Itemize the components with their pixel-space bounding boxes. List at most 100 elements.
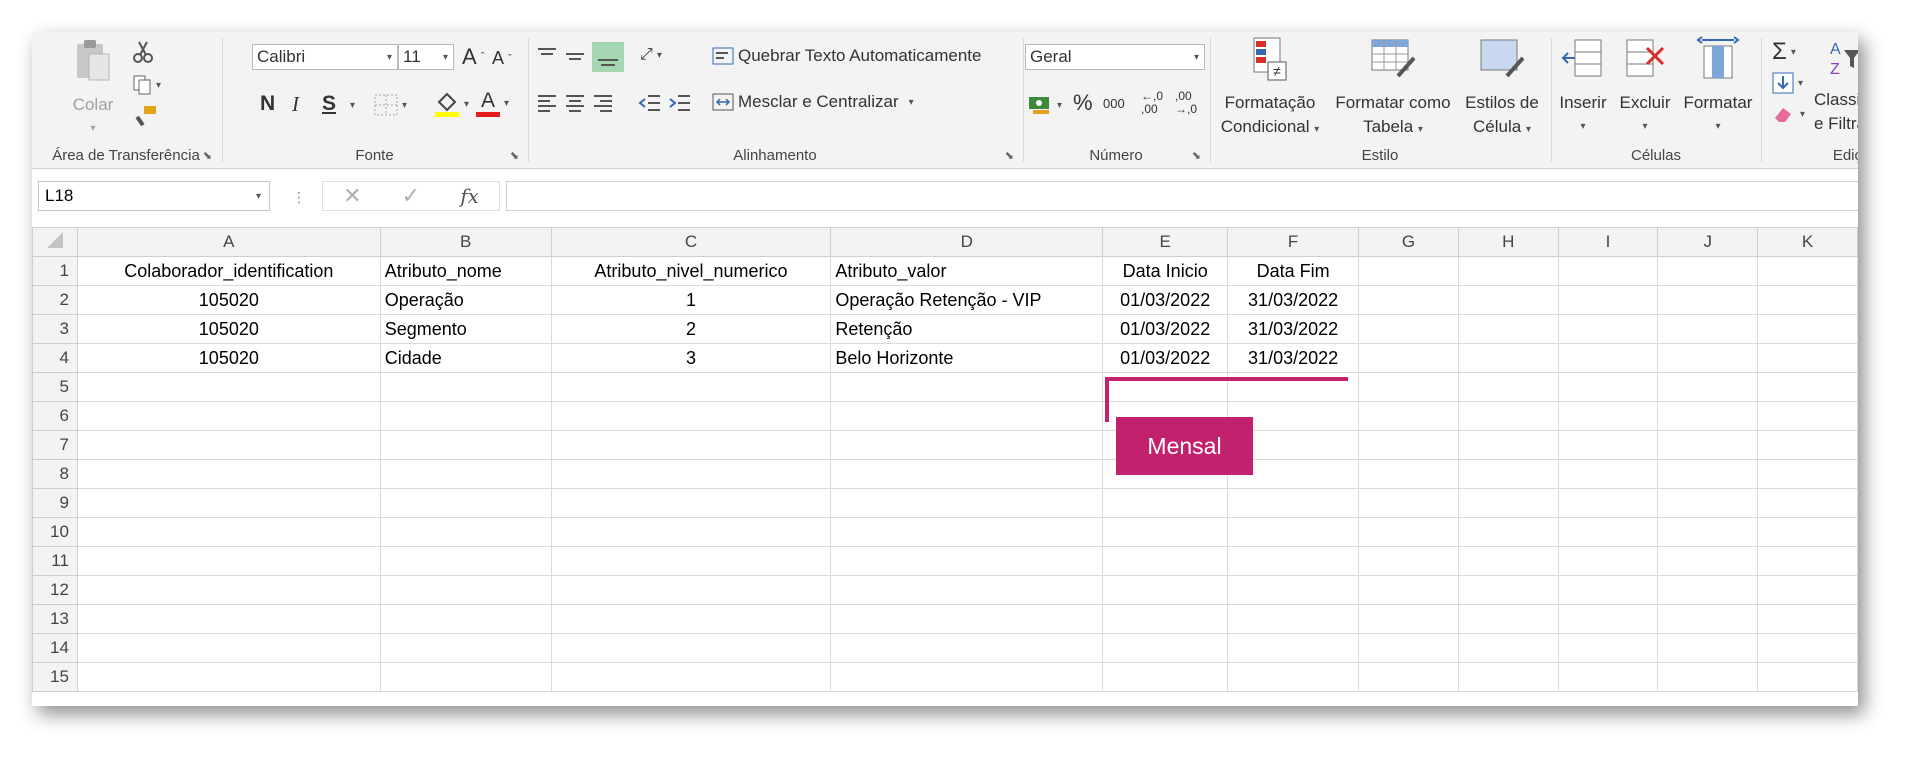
cell-i2[interactable] xyxy=(1557,285,1659,315)
format-painter-icon[interactable] xyxy=(134,104,158,128)
row-header[interactable]: 3 xyxy=(32,314,78,344)
accounting-format-button[interactable]: ▾ xyxy=(1027,94,1062,116)
cell-h6[interactable] xyxy=(1457,401,1559,431)
cell-g9[interactable] xyxy=(1358,488,1459,518)
cell-a4[interactable]: 105020 xyxy=(76,343,381,373)
cell-j5[interactable] xyxy=(1657,372,1759,402)
cell-i11[interactable] xyxy=(1557,546,1659,576)
cell-b1[interactable]: Atributo_nome xyxy=(379,256,552,286)
cell-k14[interactable] xyxy=(1757,633,1858,663)
italic-button[interactable]: I xyxy=(292,92,299,117)
cell-c10[interactable] xyxy=(550,517,832,547)
align-left-icon[interactable] xyxy=(536,92,558,114)
cell-i1[interactable] xyxy=(1557,256,1659,286)
cell-h1[interactable] xyxy=(1457,256,1559,286)
cell-e2[interactable]: 01/03/2022 xyxy=(1102,285,1229,315)
cell-f9[interactable] xyxy=(1227,488,1360,518)
cell-h14[interactable] xyxy=(1457,633,1559,663)
wrap-text-button[interactable]: Quebrar Texto Automaticamente xyxy=(712,46,982,66)
cell-b8[interactable] xyxy=(379,459,552,489)
copy-dropdown-icon[interactable]: ▾ xyxy=(156,80,161,91)
cell-a3[interactable]: 105020 xyxy=(76,314,381,344)
align-middle-icon[interactable] xyxy=(564,46,586,66)
cell-f11[interactable] xyxy=(1227,546,1360,576)
cell-b11[interactable] xyxy=(379,546,552,576)
shrink-font-button[interactable]: Aˇ xyxy=(492,48,512,69)
align-center-icon[interactable] xyxy=(564,92,586,114)
cell-j8[interactable] xyxy=(1657,459,1759,489)
row-header[interactable]: 2 xyxy=(32,285,78,315)
clear-button[interactable]: ▾ xyxy=(1772,104,1805,124)
cell-k11[interactable] xyxy=(1757,546,1858,576)
cell-g4[interactable] xyxy=(1358,343,1459,373)
format-cells-button[interactable]: Formatar ▾ xyxy=(1677,36,1759,139)
cell-j4[interactable] xyxy=(1657,343,1759,373)
cell-g12[interactable] xyxy=(1358,575,1459,605)
cell-g8[interactable] xyxy=(1358,459,1459,489)
cell-a11[interactable] xyxy=(76,546,381,576)
cell-c8[interactable] xyxy=(550,459,832,489)
row-header[interactable]: 7 xyxy=(32,430,78,460)
cell-d3[interactable]: Retenção xyxy=(830,314,1104,344)
cell-d11[interactable] xyxy=(830,546,1104,576)
cell-k3[interactable] xyxy=(1757,314,1858,344)
select-all-corner[interactable] xyxy=(32,227,78,257)
cell-d7[interactable] xyxy=(830,430,1104,460)
cell-i15[interactable] xyxy=(1557,662,1659,692)
cell-a10[interactable] xyxy=(76,517,381,547)
cell-k7[interactable] xyxy=(1757,430,1858,460)
cell-h15[interactable] xyxy=(1457,662,1559,692)
borders-button[interactable]: ▾ xyxy=(374,94,407,116)
cell-f3[interactable]: 31/03/2022 xyxy=(1227,314,1360,344)
font-name-combo[interactable]: Calibri ▾ xyxy=(252,44,398,70)
grow-font-button[interactable]: Aˆ xyxy=(462,44,484,70)
cell-c9[interactable] xyxy=(550,488,832,518)
cell-d8[interactable] xyxy=(830,459,1104,489)
cell-d12[interactable] xyxy=(830,575,1104,605)
cell-h8[interactable] xyxy=(1457,459,1559,489)
cell-h7[interactable] xyxy=(1457,430,1559,460)
cell-g5[interactable] xyxy=(1358,372,1459,402)
cell-f14[interactable] xyxy=(1227,633,1360,663)
align-bottom-button[interactable] xyxy=(592,42,624,72)
cell-a12[interactable] xyxy=(76,575,381,605)
cell-g14[interactable] xyxy=(1358,633,1459,663)
clipboard-launcher-icon[interactable]: ⬊ xyxy=(203,149,212,162)
cell-b4[interactable]: Cidade xyxy=(379,343,552,373)
cell-j9[interactable] xyxy=(1657,488,1759,518)
increase-decimal-button[interactable]: ←,0 ,00 xyxy=(1141,90,1163,116)
cell-c13[interactable] xyxy=(550,604,832,634)
cell-c2[interactable]: 1 xyxy=(550,285,832,315)
cell-e14[interactable] xyxy=(1102,633,1229,663)
row-header[interactable]: 11 xyxy=(32,546,78,576)
cell-e13[interactable] xyxy=(1102,604,1229,634)
cell-g10[interactable] xyxy=(1358,517,1459,547)
cell-j14[interactable] xyxy=(1657,633,1759,663)
decrease-decimal-button[interactable]: ,00 →,0 xyxy=(1175,90,1197,116)
cell-c6[interactable] xyxy=(550,401,832,431)
insert-function-icon[interactable]: fx xyxy=(460,184,479,208)
insert-cells-button[interactable]: Inserir ▾ xyxy=(1553,36,1613,139)
column-header-j[interactable]: J xyxy=(1657,227,1759,257)
row-header[interactable]: 15 xyxy=(32,662,78,692)
column-header-g[interactable]: G xyxy=(1358,227,1459,257)
cell-k5[interactable] xyxy=(1757,372,1858,402)
cell-f1[interactable]: Data Fim xyxy=(1227,256,1360,286)
cell-h13[interactable] xyxy=(1457,604,1559,634)
cell-i7[interactable] xyxy=(1557,430,1659,460)
row-header[interactable]: 5 xyxy=(32,372,78,402)
row-header[interactable]: 6 xyxy=(32,401,78,431)
cell-e3[interactable]: 01/03/2022 xyxy=(1102,314,1229,344)
sort-filter-line1[interactable]: Classifica xyxy=(1814,90,1858,110)
cell-e4[interactable]: 01/03/2022 xyxy=(1102,343,1229,373)
cell-d1[interactable]: Atributo_valor xyxy=(830,256,1104,286)
cell-i14[interactable] xyxy=(1557,633,1659,663)
row-header[interactable]: 9 xyxy=(32,488,78,518)
cell-h12[interactable] xyxy=(1457,575,1559,605)
row-header[interactable]: 4 xyxy=(32,343,78,373)
cell-i5[interactable] xyxy=(1557,372,1659,402)
cell-d5[interactable] xyxy=(830,372,1104,402)
cell-a6[interactable] xyxy=(76,401,381,431)
row-header[interactable]: 1 xyxy=(32,256,78,286)
cell-c5[interactable] xyxy=(550,372,832,402)
